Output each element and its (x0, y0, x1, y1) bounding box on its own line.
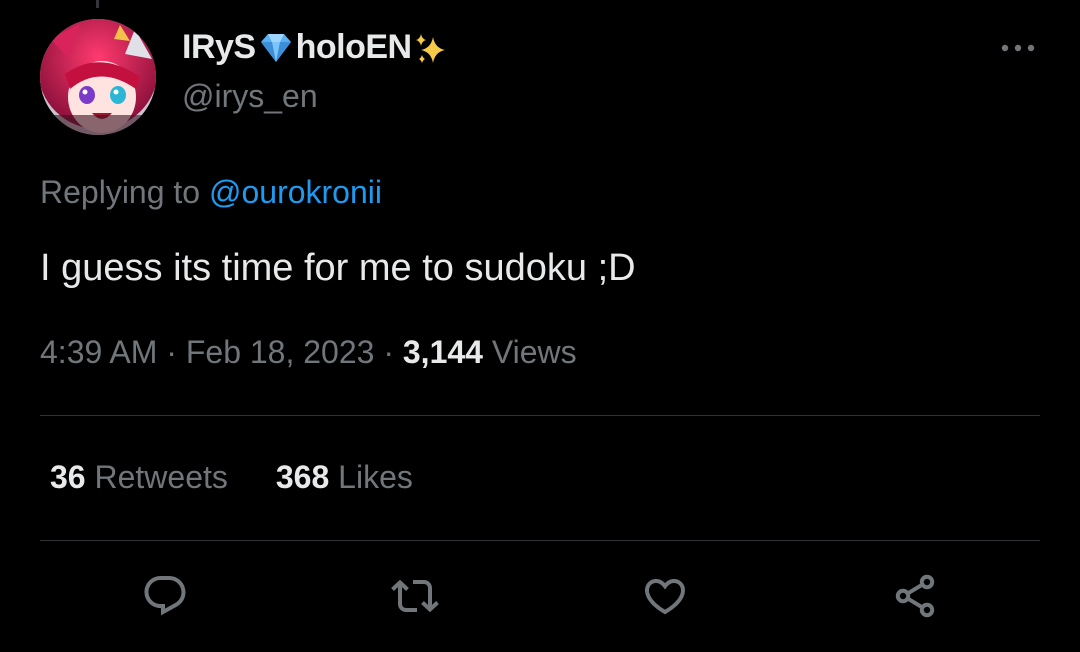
avatar[interactable] (40, 19, 156, 135)
tweet-text: I guess its time for me to sudoku ;D (40, 247, 636, 289)
engagement-stats: 36 Retweets 368 Likes (50, 459, 413, 496)
author-display-name[interactable]: IRyS holoEN (182, 28, 452, 67)
author-handle[interactable]: @irys_en (182, 78, 318, 115)
views-label: Views (482, 334, 577, 370)
likes-label: Likes (329, 459, 413, 495)
more-options-icon[interactable] (994, 36, 1042, 60)
replying-to-line: Replying to @ourokronii (40, 174, 382, 211)
tweet-meta: 4:39 AM · Feb 18, 2023 · 3,144 Views (40, 334, 577, 371)
thread-connector-line (96, 0, 99, 8)
display-name-part2: holoEN (295, 28, 412, 66)
retweet-icon (391, 572, 439, 625)
reply-mention-link[interactable]: @ourokronii (209, 174, 382, 210)
reply-button[interactable] (139, 572, 191, 624)
gem-icon (257, 31, 295, 65)
retweet-button[interactable] (389, 572, 441, 624)
display-name-part1: IRyS (182, 28, 256, 66)
meta-separator: · (157, 334, 186, 370)
views-count: 3,144 (402, 334, 483, 370)
share-button[interactable] (889, 572, 941, 624)
retweets-count: 36 (50, 459, 86, 495)
divider (40, 540, 1040, 541)
meta-separator: · (374, 334, 403, 370)
retweets-label: Retweets (85, 459, 228, 495)
like-icon (641, 572, 689, 625)
replying-to-prefix: Replying to (40, 174, 209, 210)
reply-icon (141, 572, 189, 625)
likes-stat[interactable]: 368 Likes (276, 459, 413, 496)
divider (40, 415, 1040, 416)
share-icon (891, 572, 939, 625)
tweet-time[interactable]: 4:39 AM (40, 334, 157, 370)
action-bar (0, 572, 1080, 624)
likes-count: 368 (275, 459, 330, 495)
tweet-date[interactable]: Feb 18, 2023 (186, 334, 375, 370)
sparkles-icon (413, 31, 451, 65)
like-button[interactable] (639, 572, 691, 624)
retweets-stat[interactable]: 36 Retweets (50, 459, 228, 496)
